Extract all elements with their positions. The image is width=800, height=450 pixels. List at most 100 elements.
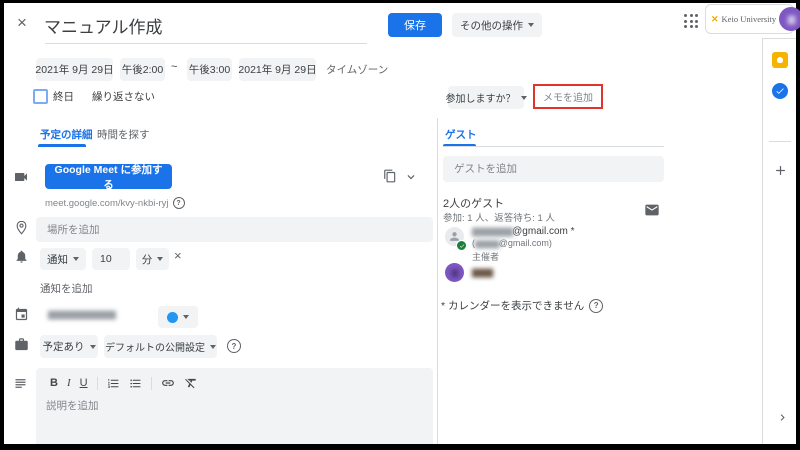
guest-role: 主催者 [472,250,499,263]
end-time-button[interactable]: 午後3:00 [187,58,232,81]
sidebar-divider [769,141,791,142]
chevron-down-icon [90,345,96,349]
event-color-dropdown[interactable] [158,306,198,328]
collapse-sidebar-chevron-icon[interactable] [776,411,789,424]
visibility-label: デフォルトの公開設定 [105,339,205,354]
google-tasks-icon[interactable] [772,83,788,99]
bold-button[interactable]: B [50,377,58,389]
remove-notification-icon[interactable]: × [174,249,182,262]
underline-button[interactable]: U [80,377,88,389]
more-actions-button[interactable]: その他の操作 [452,13,542,37]
guest-avatar: ▆ [445,263,464,282]
panel-divider [437,118,438,444]
all-day-label: 終日 [53,89,74,104]
description-lines-icon [13,376,28,391]
bulleted-list-icon[interactable] [129,377,142,390]
highlight-box: メモを追加 [533,84,603,109]
event-title-input[interactable]: マニュアル作成 [44,13,163,38]
description-input[interactable] [46,400,426,412]
guest-name-masked: ▆▆▆ [472,267,492,278]
chevron-down-icon [73,257,79,261]
clear-formatting-icon[interactable] [184,376,198,390]
bell-icon [14,249,29,264]
account-pill[interactable]: ✕ Keio University ▆ [705,4,794,34]
rsvp-label: 参加しますか？ [446,90,516,105]
calendar-owner-email: ▆▆▆▆▆▆▆▆▆▆ [48,309,115,320]
guests-tab-hairline [443,146,664,147]
description-toolbar: B I U [50,375,198,391]
end-date-button[interactable]: 2021年 9月 29日 [239,58,316,81]
calendar-note-row: * カレンダーを表示できません ? [441,298,603,313]
join-meet-button[interactable]: Google Meet に参加する [45,164,172,189]
chevron-down-icon [521,96,527,100]
all-day-checkbox[interactable] [33,89,48,104]
calendar-note: * カレンダーを表示できません [441,298,584,313]
location-input[interactable] [36,217,433,242]
tab-event-details[interactable]: 予定の詳細 [40,127,93,142]
notification-unit-dropdown[interactable]: 分 [136,248,169,270]
rsvp-dropdown[interactable]: 参加しますか？ [448,86,524,109]
start-date-button[interactable]: 2021年 9月 29日 [36,58,113,81]
keio-logo-icon: ✕ [711,14,719,25]
calendar-icon [14,307,29,322]
guest-email-masked: ▆▆▆▆▆▆ [472,226,512,237]
notification-unit-label: 分 [142,252,153,267]
google-apps-grid-icon[interactable] [684,14,698,28]
meet-options-chevron-icon[interactable] [404,170,418,184]
notification-minutes-input[interactable] [92,248,130,270]
toolbar-separator [151,377,152,390]
chevron-down-icon [210,345,216,349]
help-icon[interactable]: ? [227,339,241,353]
notification-type-label: 通知 [47,252,68,267]
accepted-check-badge [456,240,467,251]
account-name: Keio University [722,14,777,24]
user-avatar[interactable]: ▆ [779,7,800,31]
guest-email: ▆▆▆▆▆▆@gmail.com * [472,226,575,237]
visibility-dropdown[interactable]: デフォルトの公開設定 [104,335,217,358]
chevron-down-icon [528,23,534,27]
add-notification-button[interactable]: 通知を追加 [40,281,93,296]
location-pin-icon [14,220,29,235]
tab-guests[interactable]: ゲスト [445,127,477,142]
chevron-down-icon [157,257,163,261]
email-guests-icon[interactable] [644,202,660,218]
copy-icon[interactable] [383,169,397,183]
start-time-button[interactable]: 午後2:00 [120,58,165,81]
numbered-list-icon[interactable] [107,377,120,390]
close-icon[interactable]: × [17,13,27,33]
add-addon-icon[interactable] [773,163,788,178]
add-guests-input[interactable] [443,156,664,182]
notification-type-dropdown[interactable]: 通知 [40,248,86,270]
meet-link: meet.google.com/kvy-nkbi-ryj [45,198,169,209]
toolbar-separator [97,377,98,390]
help-icon[interactable]: ? [589,299,603,313]
meet-link-row: meet.google.com/kvy-nkbi-ryj ? [45,197,185,209]
guest-alias-suffix: @gmail.com) [499,238,552,248]
title-underline [45,43,367,44]
google-keep-icon[interactable] [772,52,788,68]
guest-summary: 参加: 1 人、返答待ち: 1 人 [443,210,555,224]
videocam-icon [13,169,29,185]
guest-count: 2人のゲスト [443,195,504,211]
help-icon[interactable]: ? [173,197,185,209]
italic-button[interactable]: I [67,377,71,389]
add-note-button[interactable]: メモを追加 [543,89,593,104]
guest-email-alias: (▆▆▆▆@gmail.com) [472,238,552,249]
screenshot-frame: × マニュアル作成 保存 その他の操作 ✕ Keio University ▆ … [0,0,800,450]
guest-email-suffix: @gmail.com * [512,226,574,237]
chevron-down-icon [183,315,189,319]
timezone-link[interactable]: タイムゾーン [326,62,388,77]
guest-row [445,227,464,246]
tab-find-time[interactable]: 時間を探す [97,127,150,142]
recurrence-dropdown[interactable]: 繰り返さない [92,89,155,104]
guest-alias-masked: ▆▆▆▆ [475,238,499,248]
save-button[interactable]: 保存 [388,13,442,37]
busy-status-dropdown[interactable]: 予定あり [40,335,98,358]
tab-event-details-underline [38,144,86,147]
time-range-separator: ~ [171,61,177,73]
link-icon[interactable] [161,376,175,390]
more-actions-label: その他の操作 [460,18,523,33]
event-color-dot [167,312,178,323]
briefcase-icon [14,337,29,352]
busy-status-label: 予定あり [43,339,85,354]
